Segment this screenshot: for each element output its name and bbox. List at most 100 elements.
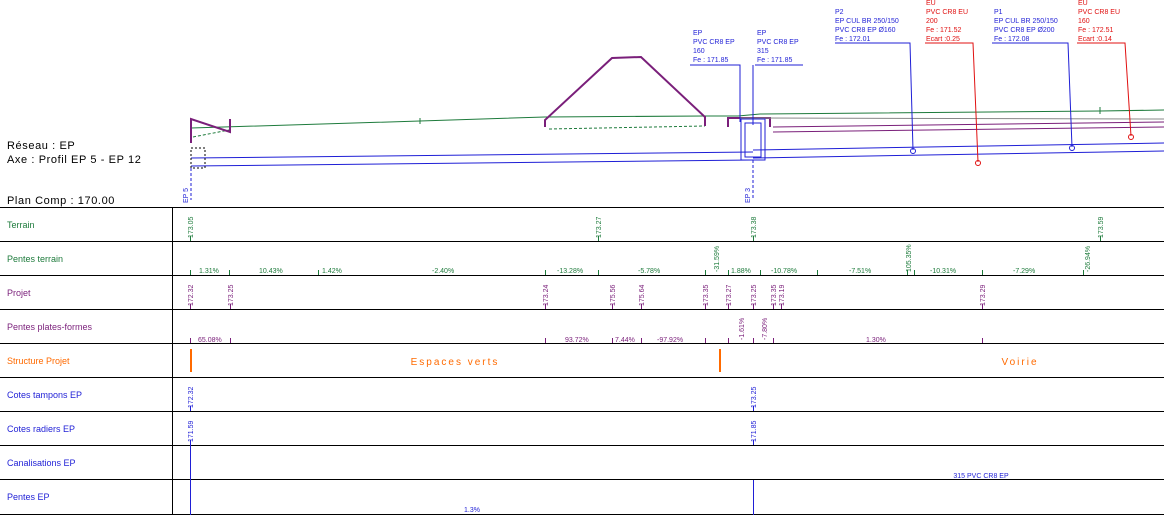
terrain-dashed — [192, 125, 706, 138]
callout-p2: P2 EP CUL BR 250/150 PVC CR8 EP Ø160 Fe … — [835, 9, 899, 43]
terrain-ticks — [190, 236, 1101, 241]
axe-label: Axe : Profil EP 5 - EP 12 — [7, 154, 142, 166]
callout-eu-160-l4: Ecart :0.14 — [1078, 36, 1112, 43]
callout-p2-l2: PVC CR8 EP Ø160 — [835, 27, 896, 34]
projet-value: 175.56 — [610, 284, 617, 306]
callout-p1-l1: EP CUL BR 250/150 — [994, 18, 1058, 25]
callout-texts: EP PVC CR8 EP 160 Fe : 171.85 EP PVC CR8… — [693, 0, 1120, 64]
callout-eu-200: EU PVC CR8 EU 200 Fe : 171.52 Ecart :0.2… — [926, 0, 968, 43]
pente-terrain: 10.43% — [259, 268, 283, 275]
pente-terrain: -10.78% — [771, 268, 797, 275]
projet-ticks — [190, 304, 983, 309]
structure-espaces-verts: Espaces verts — [411, 357, 500, 368]
projet-value: 172.32 — [188, 284, 195, 306]
projet-value: 173.25 — [228, 284, 235, 306]
pente-terrain: -7.51% — [849, 268, 871, 275]
terrain-value: 173.27 — [596, 216, 603, 238]
callout-eu-200-l1: PVC CR8 EU — [926, 9, 968, 16]
callout-eu-160-l3: Fe : 172.51 — [1078, 27, 1114, 34]
callout-ep-160-l3: Fe : 171.85 — [693, 57, 729, 64]
callout-eu-160-l1: PVC CR8 EU — [1078, 9, 1120, 16]
cote-radier: 171.85 — [751, 420, 758, 442]
projet-road-line — [772, 126, 1164, 133]
row-label-projet: Projet — [7, 288, 31, 298]
row-label-cotes-radiers: Cotes radiers EP — [7, 424, 75, 434]
projet-line — [190, 55, 771, 143]
row-label-cotes-tampons: Cotes tampons EP — [7, 390, 82, 400]
manhole-name-ep3: EP 3 — [745, 188, 752, 203]
pente-terrain: -10.31% — [930, 268, 956, 275]
pente-terrain: 1.31% — [199, 268, 219, 275]
pipe-line-3 — [752, 142, 1164, 151]
callout-p1-l3: Fe : 172.08 — [994, 36, 1030, 43]
leader-p2 — [835, 42, 914, 151]
terrain-value: 173.38 — [751, 216, 758, 238]
terrain-dashed-line-1 — [192, 129, 230, 138]
pente-terrain: 105.35% — [906, 244, 913, 272]
pente-pf: -7.80% — [762, 318, 769, 340]
terrain-value: 173.05 — [188, 216, 195, 238]
callout-ep-160: EP PVC CR8 EP 160 Fe : 171.85 — [693, 30, 735, 64]
terrain-line — [190, 107, 1164, 129]
profile-drawing: Terrain Pentes terrain Projet Pentes pla… — [0, 0, 1164, 515]
pente-pf: 65.08% — [198, 337, 222, 344]
row-label-terrain: Terrain — [7, 220, 35, 230]
callout-eu-160-l2: 160 — [1078, 18, 1090, 25]
projet-value: 175.64 — [639, 284, 646, 306]
cote-tampon: 173.25 — [751, 386, 758, 408]
pentes-pf-values: 65.08% 93.72% 7.44% -97.92% -1.61% -7.80… — [198, 318, 886, 344]
leader-eu-200 — [925, 42, 979, 163]
row-label-pentes-terrain: Pentes terrain — [7, 254, 63, 264]
callout-ep-160-l2: 160 — [693, 48, 705, 55]
row-label-canalisations: Canalisations EP — [7, 458, 76, 468]
callout-ep-315-l3: Fe : 171.85 — [757, 57, 793, 64]
pipe-line-4 — [752, 150, 1164, 159]
pipe-line-1 — [190, 151, 754, 159]
projet-road-line-2 — [772, 121, 1164, 128]
leader-ep-160 — [690, 64, 741, 122]
manhole-names: EP 5 EP 3 — [183, 188, 752, 203]
projet-value: 173.27 — [726, 284, 733, 306]
pentes-terrain-values: 1.31% 10.43% 1.42% -2.40% -13.28% -5.78%… — [199, 244, 1092, 275]
terrain-dashed-line-2 — [548, 125, 706, 130]
callout-ep-315-l1: PVC CR8 EP — [757, 39, 799, 46]
pente-terrain: -7.29% — [1013, 268, 1035, 275]
pente-terrain: -31.59% — [714, 246, 721, 272]
callout-p1-l0: P1 — [994, 9, 1003, 16]
projet-value: 173.35 — [771, 284, 778, 306]
pente-terrain: -13.28% — [557, 268, 583, 275]
projet-value: 173.35 — [703, 284, 710, 306]
callout-ep-315-l0: EP — [757, 30, 767, 37]
leader-p1 — [992, 42, 1073, 148]
terrain-value: 173.59 — [1098, 216, 1105, 238]
pente-terrain: 1.42% — [322, 268, 342, 275]
projet-grey-line — [739, 117, 1164, 120]
callout-eu-160: EU PVC CR8 EU 160 Fe : 172.51 Ecart :0.1… — [1078, 0, 1120, 43]
pente-terrain: -26.94% — [1085, 246, 1092, 272]
pente-terrain: 1.88% — [731, 268, 751, 275]
projet-value: 173.24 — [543, 284, 550, 306]
callout-p2-l0: P2 — [835, 9, 844, 16]
pente-terrain: -5.78% — [638, 268, 660, 275]
cotes-values: 172.32 173.25 171.59 171.85 — [188, 386, 758, 442]
callout-eu-200-l0: EU — [926, 0, 936, 7]
row-label-pentes-plates-formes: Pentes plates-formes — [7, 322, 93, 332]
callout-eu-200-l4: Ecart :0.25 — [926, 36, 960, 43]
projet-values: 172.32 173.25 173.24 175.56 175.64 173.3… — [188, 284, 987, 306]
pente-pf: 1.30% — [866, 337, 886, 344]
callout-ep-160-l0: EP — [693, 30, 703, 37]
structure-voirie: Voirie — [1001, 357, 1038, 368]
projet-left-shape — [190, 117, 231, 143]
callout-ep-160-l1: PVC CR8 EP — [693, 39, 735, 46]
row-label-structure-projet: Structure Projet — [7, 356, 70, 366]
projet-value: 173.29 — [980, 284, 987, 306]
reseau-label: Réseau : EP — [7, 140, 76, 152]
pente-terrain: -2.40% — [432, 268, 454, 275]
callout-p1: P1 EP CUL BR 250/150 PVC CR8 EP Ø200 Fe … — [994, 9, 1058, 43]
structure-projet: Espaces verts Voirie — [190, 349, 1038, 372]
manhole-name-ep5: EP 5 — [183, 188, 190, 203]
projet-value: 173.25 — [751, 284, 758, 306]
callout-ep-315-l2: 315 — [757, 48, 769, 55]
pente-pf: -97.92% — [657, 337, 683, 344]
callout-eu-200-l3: Fe : 171.52 — [926, 27, 962, 34]
